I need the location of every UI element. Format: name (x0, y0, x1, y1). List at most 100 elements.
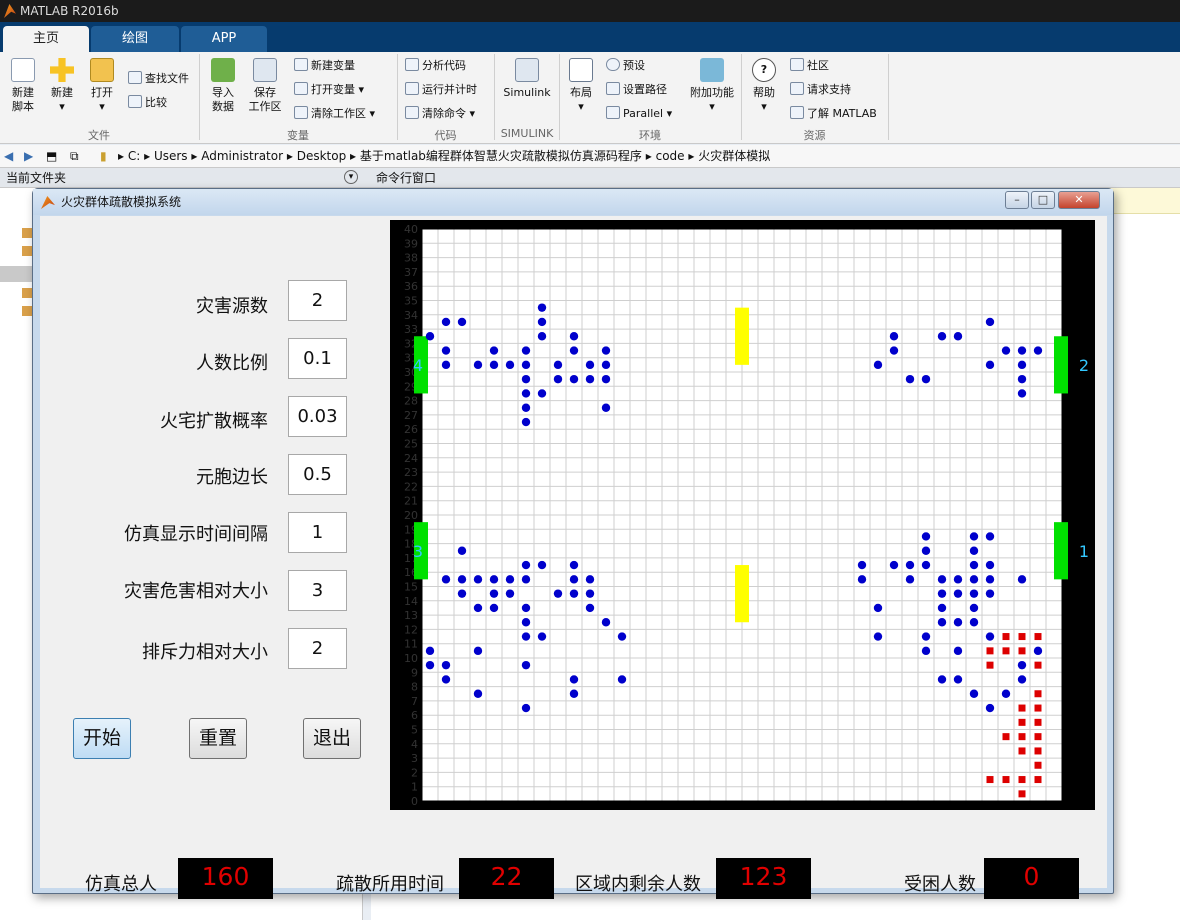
breadcrumb-item[interactable]: C: (128, 149, 140, 163)
back-arrow-icon[interactable]: ◀ (4, 145, 13, 168)
find-files-icon (128, 71, 142, 84)
person-dot (521, 417, 531, 427)
clear-workspace-button[interactable]: 清除工作区 ▾ (294, 106, 375, 121)
start-button[interactable]: 开始 (73, 718, 131, 759)
repulsion-force-input[interactable] (288, 628, 347, 669)
person-dot (569, 589, 579, 598)
tab-home[interactable]: 主页 (3, 26, 89, 52)
person-dot (537, 317, 547, 327)
minimize-icon[interactable]: – (1005, 191, 1029, 209)
exit-label: 3 (413, 542, 423, 561)
group-label-code: 代码 (434, 129, 457, 142)
reset-button[interactable]: 重置 (189, 718, 247, 759)
up-folder-icon[interactable]: ⬒ (46, 145, 57, 168)
breadcrumb-item[interactable]: Administrator (201, 149, 283, 163)
breadcrumb: ▸ C: ▸ Users ▸ Administrator ▸ Desktop ▸… (118, 145, 770, 168)
add-ons-icon (700, 58, 724, 82)
find-files-button[interactable]: 查找文件 (128, 71, 189, 86)
breadcrumb-item[interactable]: 火灾群体模拟 (698, 149, 770, 163)
y-tick-label: 35 (404, 295, 418, 308)
person-dot (1017, 389, 1027, 398)
exit-button[interactable]: 退出 (303, 718, 361, 759)
chevron-down-icon: ▾ (666, 107, 673, 120)
person-dot (569, 560, 579, 570)
tab-apps[interactable]: APP (181, 26, 267, 52)
y-tick-label: 23 (404, 466, 418, 479)
browse-folder-icon[interactable]: ⧉ (70, 145, 79, 168)
person-dot (473, 646, 483, 656)
community-button[interactable]: 社区 (790, 58, 829, 73)
analyze-code-button[interactable]: 分析代码 (405, 58, 466, 73)
parallel-button[interactable]: Parallel ▾ (606, 106, 672, 121)
forward-arrow-icon[interactable]: ▶ (24, 145, 33, 168)
breadcrumb-separator-icon: ▸ (191, 149, 202, 163)
person-dot (857, 560, 867, 570)
person-dot (937, 618, 947, 627)
close-icon[interactable]: ✕ (1058, 191, 1100, 209)
tab-plots[interactable]: 绘图 (91, 26, 179, 52)
fire-cell (1034, 704, 1042, 712)
breadcrumb-separator-icon: ▸ (118, 149, 128, 163)
current-folder-header: 当前文件夹 (6, 171, 67, 185)
fire-cell (1002, 647, 1010, 655)
person-dot (473, 603, 483, 613)
breadcrumb-item[interactable]: Users (154, 149, 188, 163)
preferences-button[interactable]: 预设 (606, 58, 645, 73)
person-dot (921, 646, 931, 656)
maximize-icon[interactable]: □ (1031, 191, 1055, 209)
fire-cell (1018, 790, 1026, 798)
new-button[interactable]: 新建 ▾ (46, 58, 78, 114)
breadcrumb-item[interactable]: 基于matlab编程群体智慧火灾疏散模拟仿真源码程序 (360, 149, 642, 163)
open-button[interactable]: 打开 ▾ (86, 58, 118, 114)
fire-cell (986, 647, 994, 655)
chevron-down-icon: ▾ (578, 100, 584, 113)
fire-spread-probability-input[interactable] (288, 396, 347, 437)
import-data-button[interactable]: 导入 数据 (206, 58, 240, 114)
breadcrumb-item[interactable]: code (656, 149, 685, 163)
set-path-button[interactable]: 设置路径 (606, 82, 667, 97)
population-ratio-input[interactable] (288, 338, 347, 379)
save-workspace-button[interactable]: 保存 工作区 (246, 58, 284, 114)
person-dot (489, 603, 499, 613)
new-variable-button[interactable]: 新建变量 (294, 58, 355, 73)
person-dot (985, 575, 995, 584)
add-ons-button[interactable]: 附加功能 ▾ (686, 58, 738, 114)
matlab-figure-icon (41, 196, 55, 209)
help-button[interactable]: ? 帮助 ▾ (748, 58, 780, 114)
new-script-button[interactable]: 新建 脚本 (6, 58, 40, 114)
cell-size-input[interactable] (288, 454, 347, 495)
plus-icon (50, 58, 74, 82)
person-dot (985, 317, 995, 327)
y-tick-label: 14 (404, 595, 418, 608)
display-interval-input[interactable] (288, 512, 347, 553)
hazard-severity-input[interactable] (288, 570, 347, 611)
run-and-time-button[interactable]: 运行并计时 (405, 82, 477, 97)
person-dot (873, 360, 883, 370)
person-dot (889, 560, 899, 570)
breadcrumb-item[interactable]: Desktop (297, 149, 347, 163)
hazard-sources-input[interactable] (288, 280, 347, 321)
y-tick-label: 22 (404, 480, 418, 493)
request-support-button[interactable]: 请求支持 (790, 82, 851, 97)
obstacle-block (735, 307, 749, 365)
person-dot (601, 403, 611, 412)
person-dot (553, 360, 563, 370)
stat-value-remaining-people: 123 (716, 858, 811, 899)
chevron-down-icon: ▾ (761, 100, 767, 113)
learn-matlab-button[interactable]: 了解 MATLAB (790, 106, 877, 121)
person-dot (969, 546, 979, 555)
figure-title: 火灾群体疏散模拟系统 (61, 195, 182, 209)
person-dot (601, 346, 611, 355)
fire-cell (1034, 733, 1042, 741)
open-variable-button[interactable]: 打开变量 ▾ (294, 82, 364, 97)
compare-button[interactable]: 比较 (128, 95, 167, 110)
person-dot (953, 575, 963, 584)
simulink-button[interactable]: Simulink (501, 58, 553, 100)
layout-button[interactable]: 布局 ▾ (564, 58, 598, 114)
panel-menu-icon[interactable]: ▾ (344, 170, 358, 184)
person-dot (473, 689, 483, 698)
app-titlebar: MATLAB R2016b (0, 0, 1180, 22)
person-dot (553, 589, 563, 598)
clear-commands-button[interactable]: 清除命令 ▾ (405, 106, 475, 121)
fire-cell (1018, 704, 1026, 712)
